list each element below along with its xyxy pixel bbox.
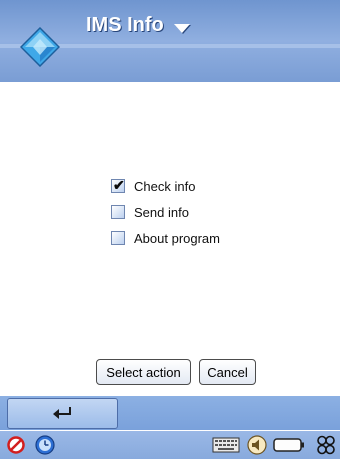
chevron-down-icon[interactable] <box>174 24 190 33</box>
cancel-button[interactable]: Cancel <box>199 359 256 385</box>
battery-icon[interactable] <box>273 437 305 453</box>
keyboard-icon[interactable] <box>212 437 240 453</box>
checkmark-icon: ✔ <box>113 177 125 193</box>
checkbox[interactable] <box>111 231 125 245</box>
option-send-info[interactable]: Send info <box>111 203 189 221</box>
diamond-icon <box>20 27 60 67</box>
status-bar <box>0 431 340 459</box>
option-label: About program <box>134 230 220 246</box>
app-title[interactable]: IMS Info <box>86 14 164 37</box>
app-grid-icon[interactable] <box>316 434 336 456</box>
no-sign-icon[interactable] <box>6 435 26 455</box>
back-softkey[interactable] <box>7 398 118 429</box>
volume-icon[interactable] <box>246 434 268 456</box>
option-label: Check info <box>134 178 196 194</box>
option-label: Send info <box>134 204 189 220</box>
select-action-button[interactable]: Select action <box>96 359 191 385</box>
return-arrow-icon <box>53 407 71 419</box>
checkbox[interactable]: ✔ <box>111 177 125 193</box>
option-about-program[interactable]: About program <box>111 229 220 247</box>
option-check-info[interactable]: ✔ Check info <box>111 177 195 195</box>
clock-icon[interactable] <box>34 434 56 456</box>
checkbox[interactable] <box>111 205 125 219</box>
